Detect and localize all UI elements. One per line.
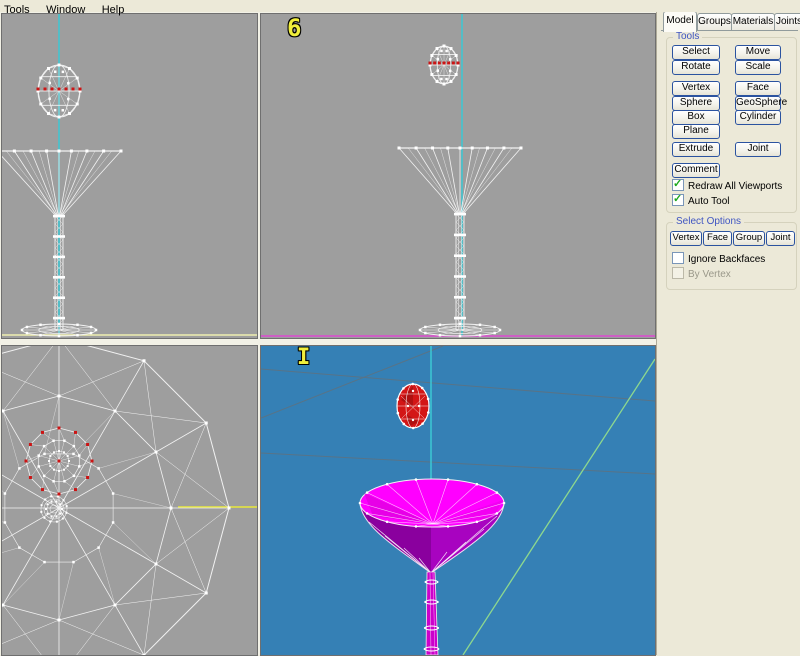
vertex-button[interactable]: Vertex [672,81,720,96]
select-option-group-button[interactable]: Group [733,231,765,246]
checkbox-label: Ignore Backfaces [688,254,765,265]
side-panel: Model Groups Materials Joints Tools Sele… [656,0,800,655]
checkbox-box: ✓ [672,252,684,264]
scale-button[interactable]: Scale [735,60,781,75]
select-option-face-button[interactable]: Face [703,231,732,246]
menu-tools[interactable]: Tools [0,4,38,16]
checkbox-redraw-all-viewports[interactable]: ✓ Redraw All Viewports [672,179,782,191]
checkbox-label: By Vertex [688,269,731,280]
sphere-button[interactable]: Sphere [672,96,720,111]
rotate-button[interactable]: Rotate [672,60,720,75]
viewport-grid: 6 I [0,12,656,655]
checkbox-label: Auto Tool [688,196,730,207]
menu-bar: Tools Window Help [0,0,800,12]
menu-window[interactable]: Window [42,4,93,16]
tab-joints[interactable]: Joints [774,13,800,30]
viewport-front[interactable] [1,13,258,339]
checkbox-by-vertex: ✓ By Vertex [672,267,731,279]
check-icon: ✓ [673,177,682,190]
select-options-label: Select Options [673,216,744,227]
face-button[interactable]: Face [735,81,781,96]
select-option-vertex-button[interactable]: Vertex [670,231,702,246]
viewport-3d[interactable]: I [260,345,656,656]
box-button[interactable]: Box [672,110,720,125]
move-button[interactable]: Move [735,45,781,60]
tools-group-label: Tools [673,31,702,42]
tab-materials[interactable]: Materials [731,13,775,30]
checkbox-auto-tool[interactable]: ✓ Auto Tool [672,194,730,206]
tab-groups[interactable]: Groups [697,13,732,30]
cylinder-button[interactable]: Cylinder [735,110,781,125]
comment-button[interactable]: Comment [672,163,720,178]
checkbox-box: ✓ [672,267,684,279]
plane-button[interactable]: Plane [672,124,720,139]
joint-button[interactable]: Joint [735,142,781,157]
viewport-top[interactable] [1,345,258,656]
select-option-joint-button[interactable]: Joint [766,231,795,246]
check-icon: ✓ [673,192,682,205]
select-button[interactable]: Select [672,45,720,60]
viewport-side[interactable]: 6 [260,13,656,339]
checkbox-box: ✓ [672,179,684,191]
checkbox-label: Redraw All Viewports [688,181,782,192]
checkbox-box: ✓ [672,194,684,206]
extrude-button[interactable]: Extrude [672,142,720,157]
menu-help[interactable]: Help [98,4,133,16]
tab-model[interactable]: Model [663,11,697,32]
checkbox-ignore-backfaces[interactable]: ✓ Ignore Backfaces [672,252,765,264]
geosphere-button[interactable]: GeoSphere [735,96,781,111]
